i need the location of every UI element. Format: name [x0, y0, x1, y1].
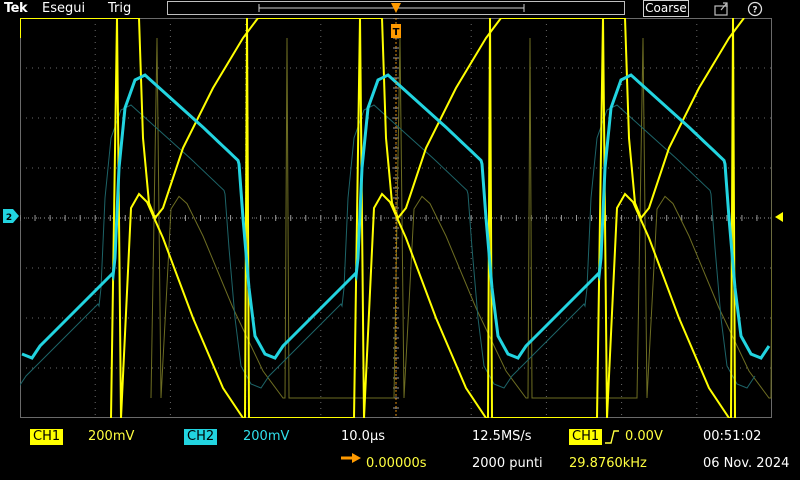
delay-arrow-icon	[341, 453, 361, 463]
record-window-icon	[258, 3, 525, 13]
svg-text:?: ?	[752, 6, 757, 16]
trigger-status[interactable]: Trig	[108, 0, 131, 18]
ch2-ground-marker-icon[interactable]: 2	[3, 209, 19, 223]
trigger-level-icon[interactable]	[773, 211, 785, 223]
trigger-marker-label: T	[393, 27, 400, 38]
ch1-badge[interactable]: CH1	[30, 429, 64, 445]
record-memory-bar[interactable]	[167, 1, 625, 15]
coarse-button[interactable]: Coarse	[643, 0, 689, 17]
ch2-ground-label: 2	[6, 213, 12, 223]
trigger-frequency: 29.8760kHz	[569, 456, 647, 471]
horizontal-delay[interactable]: 0.00000s	[366, 456, 427, 472]
record-length[interactable]: 2000 punti	[472, 456, 543, 472]
top-bar: Tek Esegui Trig Coarse ?	[0, 0, 800, 18]
save-icon[interactable]	[713, 1, 731, 17]
timebase-scale[interactable]: 10.0µs	[341, 429, 385, 445]
trigger-rising-edge-icon	[605, 430, 619, 444]
trigger-source-badge[interactable]: CH1	[569, 429, 603, 445]
run-state-button[interactable]: Esegui	[42, 0, 85, 18]
brand-logo: Tek	[4, 1, 28, 16]
help-icon[interactable]: ?	[746, 1, 764, 17]
status-bar: CH1 200mV CH2 200mV 10.0µs 12.5MS/s CH1 …	[0, 420, 800, 480]
clock-time: 00:51:02	[703, 429, 762, 444]
ch2-badge[interactable]: CH2	[184, 429, 218, 445]
ch2-scale[interactable]: 200mV	[243, 429, 289, 445]
sample-rate: 12.5MS/s	[472, 429, 532, 444]
ch1-scale[interactable]: 200mV	[88, 429, 134, 445]
trigger-level[interactable]: 0.00V	[625, 429, 663, 445]
clock-date: 06 Nov. 2024	[703, 456, 790, 471]
waveform-display[interactable]: T	[20, 18, 772, 418]
